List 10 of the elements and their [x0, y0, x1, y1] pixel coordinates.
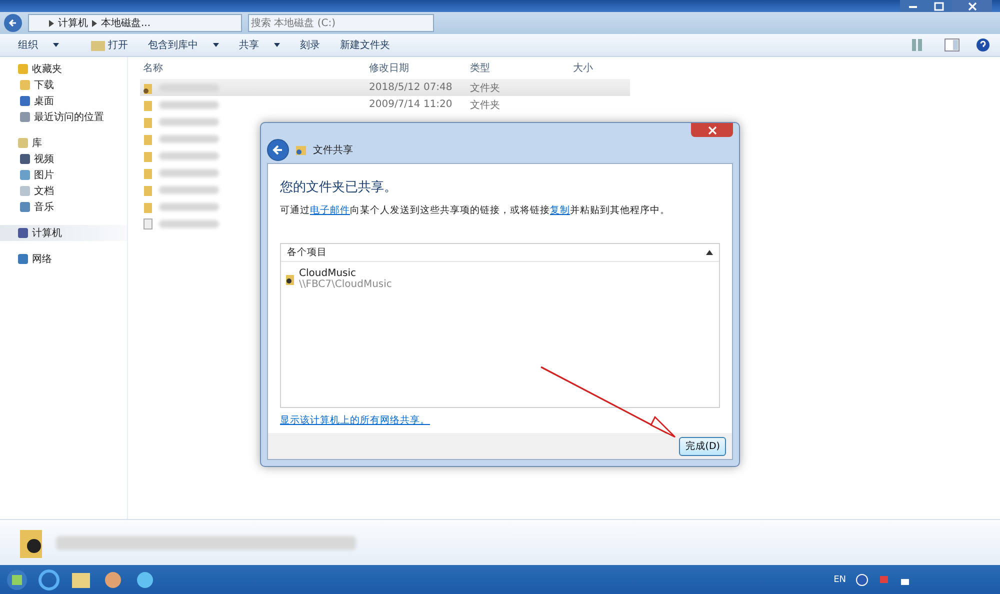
network-path: \\FBC7\CloudMusic	[299, 279, 392, 290]
item-name: CloudMusic	[299, 268, 358, 279]
dialog-heading: 您的文件夹已共享。	[280, 179, 398, 196]
date-cell-text: 2018/5/12 07:48	[369, 82, 454, 93]
share-message: 可通过电子邮件向某个人发送到这些共享项的链接，或将链接复制并粘贴到其他程序中。	[280, 204, 671, 217]
date-cell-text: 2009/7/14 11:20	[369, 99, 454, 110]
group-header: 各个项目	[287, 246, 327, 259]
type-cell-text: 文件夹	[470, 98, 501, 112]
dialog-title: 文件共享	[313, 144, 353, 157]
type-cell-text: 文件夹	[470, 82, 501, 94]
